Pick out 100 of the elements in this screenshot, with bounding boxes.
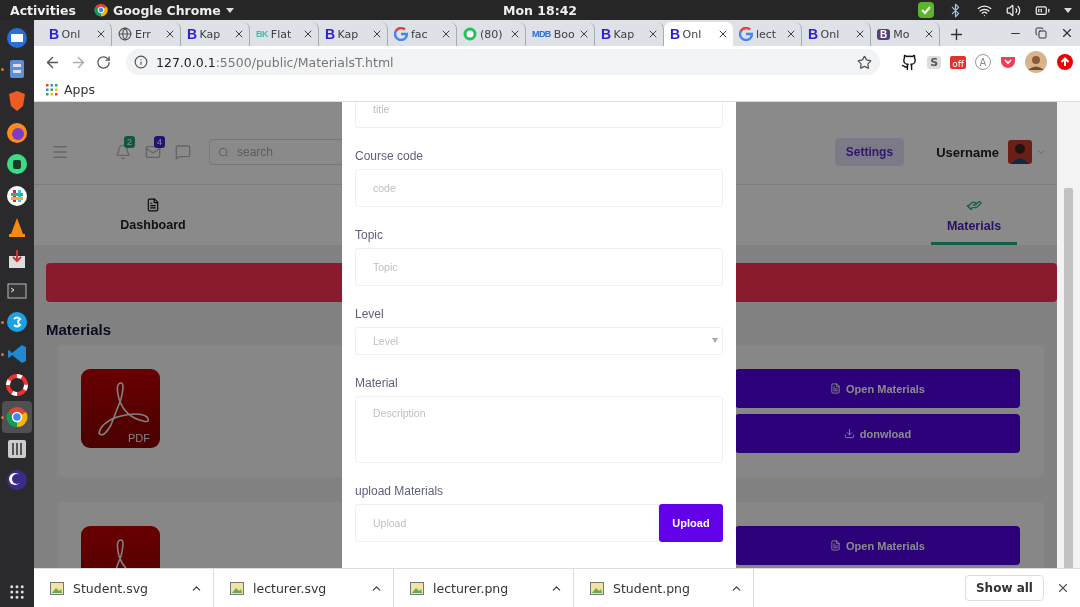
open-materials-button[interactable]: Open Materials [735, 526, 1020, 565]
tab-favicon: B [601, 26, 611, 42]
caret-icon [712, 338, 718, 343]
chat-bubble-icon [463, 27, 477, 41]
tab-favicon: MDB [532, 29, 551, 39]
bell-icon[interactable] [115, 144, 131, 160]
extension-icon[interactable]: off [950, 55, 966, 69]
close-icon[interactable] [923, 28, 935, 40]
shield-icon[interactable] [6, 90, 28, 112]
globe-icon [118, 27, 132, 41]
close-icon[interactable] [164, 28, 176, 40]
field-label: Material [355, 375, 399, 391]
section-heading: Materials [46, 321, 113, 338]
file-type-label: PDF [128, 432, 150, 444]
running-dot [1, 321, 4, 325]
image-file-icon [590, 581, 604, 595]
image-file-icon [230, 581, 244, 595]
app-grid-icon[interactable] [8, 583, 26, 601]
wifi-icon[interactable] [977, 2, 992, 18]
google-g-icon [739, 27, 753, 41]
close-icon[interactable] [647, 28, 659, 40]
close-icon[interactable] [371, 28, 383, 40]
bookmark-link[interactable]: Apps [64, 82, 95, 97]
close-icon[interactable] [854, 28, 866, 40]
field-label: upload Materials [355, 483, 445, 499]
cat-logo-icon[interactable] [901, 53, 919, 71]
username: Username [936, 144, 999, 160]
tab-favicon: B [49, 26, 59, 42]
upload-button[interactable]: Upload [659, 504, 723, 542]
close-icon[interactable] [509, 28, 521, 40]
caret-icon [225, 7, 234, 13]
pocket-icon[interactable] [1000, 55, 1016, 69]
close-icon[interactable] [785, 28, 797, 40]
scrollbar[interactable] [1057, 102, 1080, 568]
notification-count: 2 [124, 136, 135, 148]
restore-icon[interactable] [1035, 27, 1047, 39]
close-icon[interactable] [717, 28, 729, 40]
tab-favicon: B [325, 26, 335, 42]
extension-icon[interactable]: S [927, 55, 942, 69]
browser-tab[interactable]: B Onl [664, 22, 733, 46]
check-icon [918, 2, 934, 18]
google-g-icon [394, 27, 408, 41]
address-bar[interactable]: 127.0.0.1:5500/public/MaterialsT.html [126, 49, 881, 75]
search-icon [218, 146, 229, 158]
upload-icon[interactable] [1056, 53, 1074, 71]
running-dot [1, 352, 4, 356]
field-label: Level [355, 306, 385, 322]
reload-icon[interactable] [96, 54, 111, 70]
download-item[interactable]: lecturer.png [394, 568, 574, 607]
bookmark-star-icon[interactable] [857, 54, 873, 70]
mail-icon[interactable] [6, 26, 28, 49]
tab-favicon: B [670, 26, 680, 42]
lifebuoy-icon[interactable] [6, 374, 28, 397]
download-item[interactable]: lecturer.svg [214, 568, 394, 607]
clock[interactable]: Mon 18:42 [502, 2, 578, 18]
tab-favicon: B [187, 26, 197, 42]
message-count: 4 [154, 136, 165, 148]
download-box-icon[interactable] [6, 247, 28, 270]
document-icon [830, 383, 842, 394]
mixer-icon[interactable] [6, 437, 28, 460]
close-icon[interactable] [1060, 26, 1074, 40]
download-button[interactable]: donwload [735, 414, 1020, 453]
browser-icon [93, 3, 108, 17]
running-dot [1, 415, 4, 419]
browser-icon[interactable] [6, 405, 28, 428]
tab-favicon: B [808, 26, 818, 42]
placeholder-text: Level [373, 335, 399, 347]
address-text: 127.0.0.1:5500/public/MaterialsT.html [156, 54, 394, 70]
app-grid-icon [46, 83, 58, 96]
field-label: Topic [355, 227, 384, 243]
close-icon[interactable] [578, 28, 590, 40]
close-icon[interactable] [302, 28, 314, 40]
show-all-button[interactable]: Show all [964, 575, 1044, 601]
nav-tab[interactable]: Materials [931, 185, 1017, 245]
hash-logo-icon[interactable] [6, 184, 28, 207]
tab-favicon: BK [256, 29, 268, 39]
app-menu[interactable]: Google Chrome [93, 2, 234, 18]
caret-icon[interactable] [1064, 7, 1072, 13]
profile-avatar[interactable] [1025, 51, 1047, 73]
download-item[interactable]: Student.svg [34, 568, 214, 607]
close-icon[interactable] [233, 28, 245, 40]
info-icon [134, 55, 148, 69]
code-editor-icon[interactable] [6, 342, 28, 365]
close-icon[interactable] [1056, 581, 1070, 595]
close-icon[interactable] [95, 28, 107, 40]
volume-icon[interactable] [1006, 2, 1021, 18]
field-label: Course code [355, 148, 425, 164]
traffic-cone-icon[interactable] [6, 216, 28, 239]
image-file-icon [50, 581, 64, 595]
document-icon [146, 198, 160, 212]
tab-favicon: B [877, 28, 891, 40]
close-icon[interactable] [440, 28, 452, 40]
activities-button[interactable]: Activities [10, 2, 76, 18]
download-item[interactable]: Student.png [574, 568, 754, 607]
open-materials-button[interactable]: Open Materials [735, 369, 1020, 408]
download-icon [843, 428, 855, 439]
nav-tab[interactable]: Dashboard [103, 185, 203, 245]
moon-circle-icon[interactable] [6, 469, 28, 492]
image-file-icon [410, 581, 424, 595]
running-dot [1, 68, 4, 72]
